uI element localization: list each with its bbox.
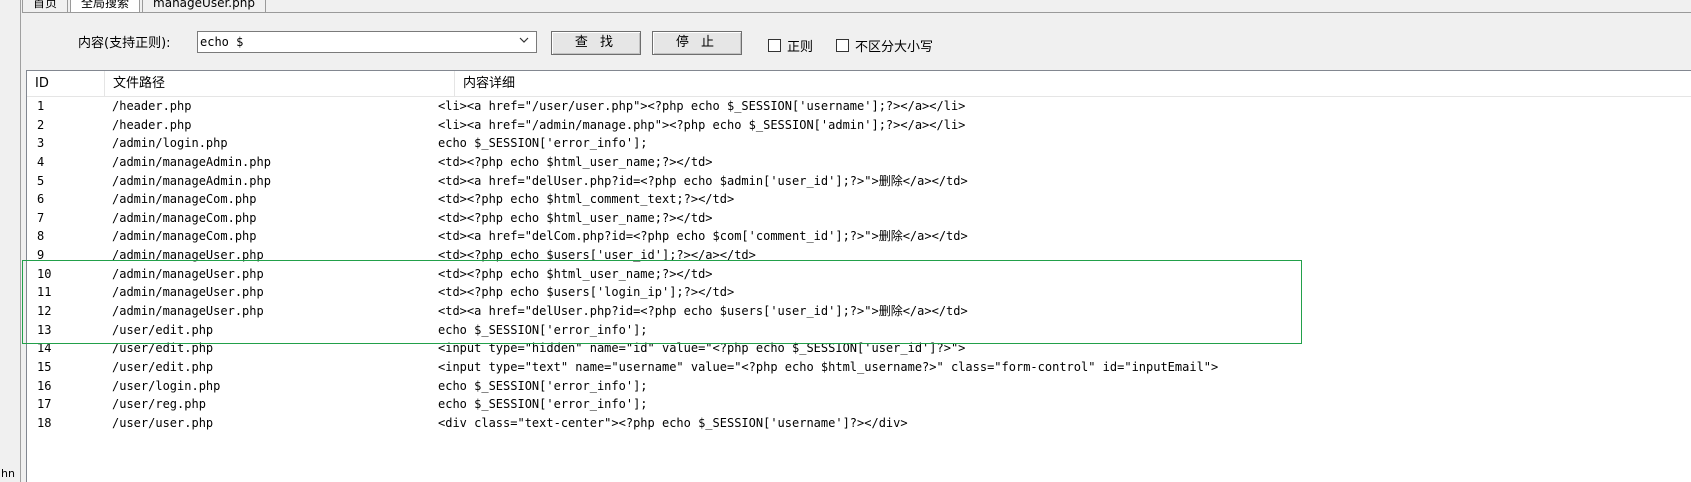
cell-path: /user/login.php xyxy=(112,378,221,393)
table-row[interactable]: 12/admin/manageUser.php <td><a href="delU… xyxy=(27,302,1691,321)
search-input[interactable] xyxy=(200,33,510,51)
cell-path: /user/edit.php xyxy=(112,322,214,337)
column-header-path[interactable]: 文件路径 xyxy=(105,71,455,96)
cell-id: 18 xyxy=(37,415,52,430)
cell-detail: echo $_SESSION['error_info']; xyxy=(438,136,648,151)
cell-id: 12 xyxy=(37,304,52,319)
cell-path: /admin/manageUser.php xyxy=(112,266,264,281)
cell-path: /admin/manageAdmin.php xyxy=(112,173,271,188)
cell-path: /admin/manageCom.php xyxy=(112,192,257,207)
cell-path: /user/edit.php xyxy=(112,359,214,374)
cell-detail: <td><?php echo $html_user_name;?></td> xyxy=(438,266,713,281)
table-row[interactable]: 13/user/edit.php echo $_SESSION['error_in… xyxy=(27,321,1691,340)
cell-id: 11 xyxy=(37,285,52,300)
cell-detail: <td><a href="delCom.php?id=<?php echo $c… xyxy=(438,229,968,244)
chevron-down-icon[interactable] xyxy=(518,34,530,49)
table-row[interactable]: 16/user/login.php echo $_SESSION['error_i… xyxy=(27,377,1691,396)
cell-detail: <li><a href="/admin/manage.php"><?php ec… xyxy=(438,117,966,132)
case-insensitive-checkbox-box[interactable] xyxy=(836,39,849,52)
cell-detail: <li><a href="/user/user.php"><?php echo … xyxy=(438,99,966,113)
cell-path: /user/user.php xyxy=(112,415,214,430)
cell-id: 6 xyxy=(37,192,45,207)
cell-detail: echo $_SESSION['error_info']; xyxy=(438,378,648,393)
cell-id: 1 xyxy=(37,99,45,113)
table-row[interactable]: 17/user/reg.php echo $_SESSION['error_inf… xyxy=(27,395,1691,414)
left-panel-text: hn xyxy=(1,467,15,480)
cell-id: 9 xyxy=(37,248,45,263)
table-row[interactable]: 2/header.php <li><a href="/admin/manage.p… xyxy=(27,116,1691,135)
cell-path: /admin/manageUser.php xyxy=(112,285,264,300)
cell-detail: <div class="text-center"><?php echo $_SE… xyxy=(438,415,908,430)
cell-id: 3 xyxy=(37,136,45,151)
cell-id: 10 xyxy=(37,266,52,281)
cell-path: /user/edit.php xyxy=(112,341,214,356)
cell-id: 4 xyxy=(37,154,45,169)
table-row[interactable]: 5/admin/manageAdmin.php <td><a href="delU… xyxy=(27,172,1691,191)
results-table[interactable]: ID 文件路径 内容详细 1/header.php <li><a href="/u… xyxy=(26,70,1691,482)
table-header: ID 文件路径 内容详细 xyxy=(27,71,1691,97)
cell-id: 15 xyxy=(37,359,52,374)
stop-button[interactable]: 停 止 xyxy=(652,31,742,55)
cell-id: 13 xyxy=(37,322,52,337)
table-body: 1/header.php <li><a href="/user/user.php"… xyxy=(27,97,1691,433)
table-row[interactable]: 18/user/user.php <div class="text-center"… xyxy=(27,414,1691,433)
cell-path: /admin/manageCom.php xyxy=(112,229,257,244)
case-insensitive-label: 不区分大小写 xyxy=(855,40,934,55)
cell-id: 8 xyxy=(37,229,45,244)
table-row[interactable]: 8/admin/manageCom.php <td><a href="delCom… xyxy=(27,227,1691,246)
cell-id: 17 xyxy=(37,397,52,412)
table-row[interactable]: 15/user/edit.php <input type="text" name=… xyxy=(27,358,1691,377)
regex-checkbox-box[interactable] xyxy=(768,39,781,52)
table-row[interactable]: 14/user/edit.php <input type="hidden" nam… xyxy=(27,339,1691,358)
table-row[interactable]: 6/admin/manageCom.php <td><?php echo $htm… xyxy=(27,190,1691,209)
cell-detail: echo $_SESSION['error_info']; xyxy=(438,397,648,412)
column-header-id[interactable]: ID xyxy=(27,71,105,96)
content-label: 内容(支持正则): xyxy=(78,36,171,51)
cell-path: /header.php xyxy=(112,99,192,113)
search-combobox[interactable] xyxy=(197,31,537,53)
cell-path: /header.php xyxy=(112,117,192,132)
case-insensitive-checkbox[interactable]: 不区分大小写 xyxy=(836,36,933,55)
cell-path: /admin/manageCom.php xyxy=(112,210,257,225)
cell-detail: <td><?php echo $html_comment_text;?></td… xyxy=(438,192,735,207)
cell-path: /admin/manageUser.php xyxy=(112,248,264,263)
cell-detail: <td><a href="delUser.php?id=<?php echo $… xyxy=(438,173,968,188)
cell-detail: echo $_SESSION['error_info']; xyxy=(438,322,648,337)
cell-detail: <td><a href="delUser.php?id=<?php echo $… xyxy=(438,304,968,319)
left-panel-edge: hn xyxy=(0,0,21,482)
cell-id: 5 xyxy=(37,173,45,188)
regex-label: 正则 xyxy=(787,40,814,55)
cell-path: /admin/login.php xyxy=(112,136,228,151)
cell-detail: <input type="text" name="username" value… xyxy=(438,359,1219,374)
table-row[interactable]: 1/header.php <li><a href="/user/user.php"… xyxy=(27,97,1691,116)
table-row[interactable]: 10/admin/manageUser.php <td><?php echo $h… xyxy=(27,265,1691,284)
cell-path: /user/reg.php xyxy=(112,397,206,412)
table-row[interactable]: 7/admin/manageCom.php <td><?php echo $htm… xyxy=(27,209,1691,228)
column-header-detail[interactable]: 内容详细 xyxy=(455,71,1691,96)
cell-id: 2 xyxy=(37,117,45,132)
cell-detail: <td><?php echo $html_user_name;?></td> xyxy=(438,154,713,169)
cell-path: /admin/manageAdmin.php xyxy=(112,154,271,169)
cell-detail: <td><?php echo $html_user_name;?></td> xyxy=(438,210,713,225)
cell-detail: <td><?php echo $users['user_id'];?></a><… xyxy=(438,248,756,263)
cell-id: 7 xyxy=(37,210,45,225)
cell-detail: <td><?php echo $users['login_ip'];?></td… xyxy=(438,285,735,300)
cell-id: 16 xyxy=(37,378,52,393)
table-row[interactable]: 3/admin/login.php echo $_SESSION['error_i… xyxy=(27,134,1691,153)
table-row[interactable]: 9/admin/manageUser.php <td><?php echo $us… xyxy=(27,246,1691,265)
table-row[interactable]: 11/admin/manageUser.php <td><?php echo $u… xyxy=(27,283,1691,302)
cell-id: 14 xyxy=(37,341,52,356)
table-row[interactable]: 4/admin/manageAdmin.php <td><?php echo $h… xyxy=(27,153,1691,172)
search-button[interactable]: 查 找 xyxy=(551,31,641,55)
regex-checkbox[interactable]: 正则 xyxy=(768,36,813,55)
cell-path: /admin/manageUser.php xyxy=(112,304,264,319)
cell-detail: <input type="hidden" name="id" value="<?… xyxy=(438,341,966,356)
